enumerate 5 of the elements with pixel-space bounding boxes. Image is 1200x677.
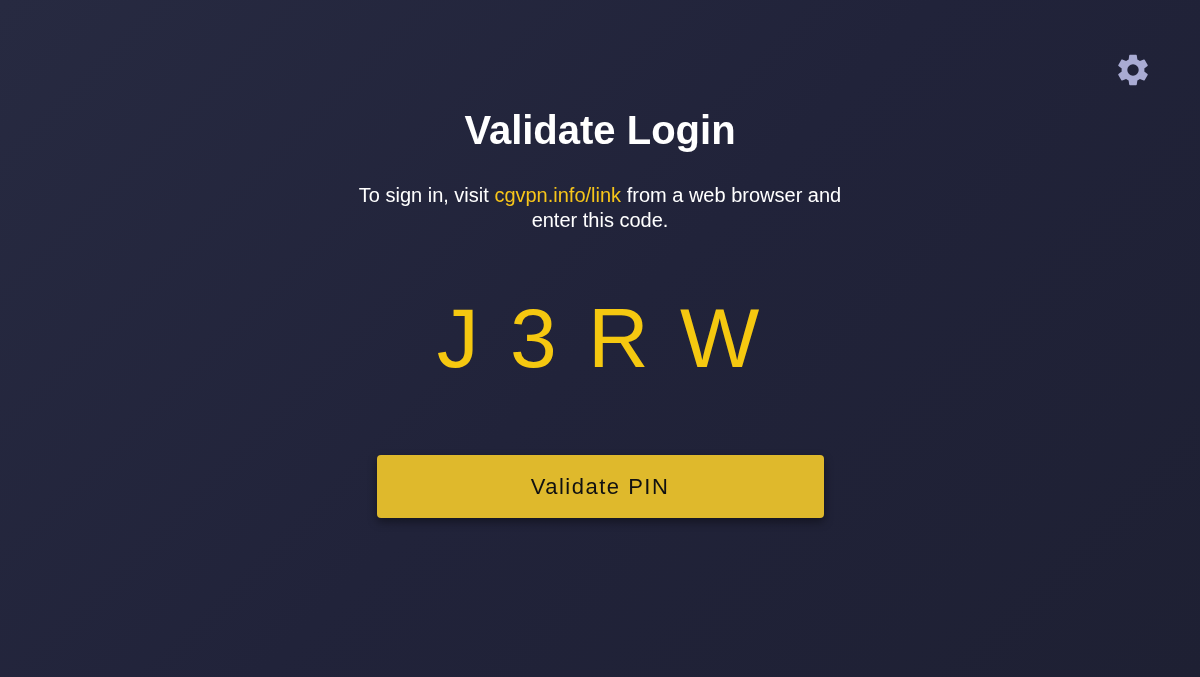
page-title: Validate Login [464,107,736,153]
link[interactable]: cgvpn.info/link [494,184,622,206]
instruction-text: To sign in, visit cgvpn.info/link from a web browser and enter this code. [357,183,843,233]
validate-pin-button[interactable]: Validate PIN [376,455,824,518]
pin-code: J 3 R W [436,293,764,383]
